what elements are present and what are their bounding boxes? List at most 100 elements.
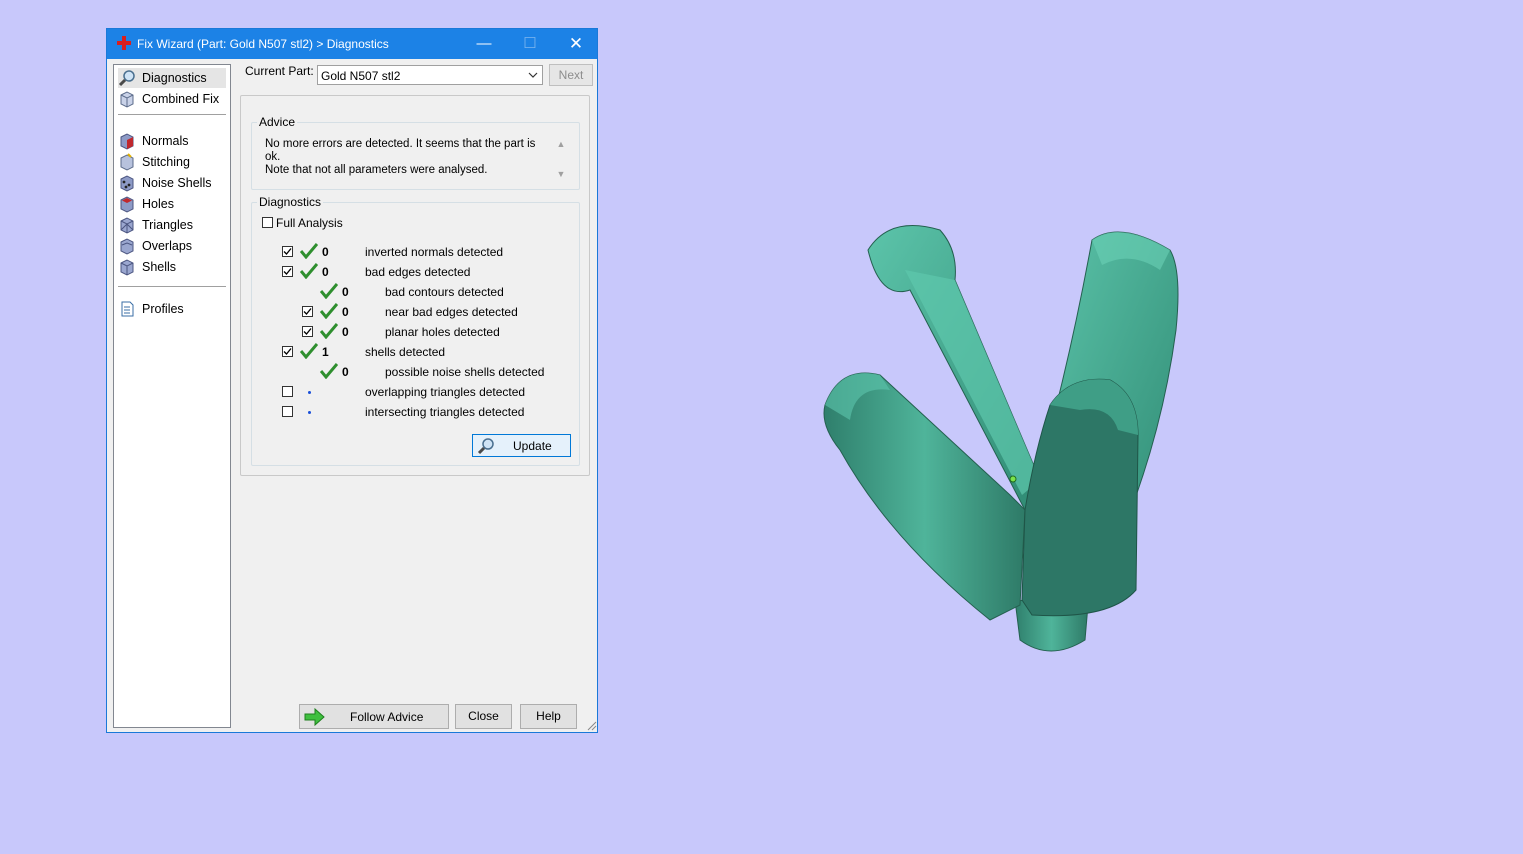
triangles-icon [120, 217, 134, 234]
resize-grip-icon[interactable] [587, 721, 597, 731]
nav-item-stitching[interactable]: Stitching [118, 152, 226, 172]
nav-item-holes[interactable]: Holes [118, 194, 226, 214]
inverted-normals-checkbox[interactable] [282, 246, 293, 257]
advice-text: No more errors are detected. It seems th… [265, 138, 550, 177]
diagnostics-group: Diagnostics Full Analysis 0 inverted nor… [251, 195, 580, 466]
window-title: Fix Wizard (Part: Gold N507 stl2) > Diag… [137, 37, 389, 51]
fix-wizard-app-icon [117, 36, 131, 50]
row-label: overlapping triangles detected [365, 385, 526, 399]
ok-check-icon [320, 303, 338, 319]
advice-line-2: Note that not all parameters were analys… [265, 164, 488, 176]
row-label: bad contours detected [385, 285, 504, 299]
nav-separator [118, 114, 226, 115]
nav-item-label: Overlaps [142, 239, 193, 253]
minimize-icon[interactable]: — [461, 29, 507, 59]
close-icon[interactable]: ✕ [553, 29, 599, 59]
row-count: 1 [322, 345, 329, 359]
nav-item-label: Triangles [142, 218, 193, 232]
normals-icon [120, 133, 134, 150]
help-button[interactable]: Help [520, 704, 577, 729]
nav-item-combined-fix[interactable]: Combined Fix [118, 89, 226, 109]
advice-group: Advice No more errors are detected. It s… [251, 115, 580, 190]
scroll-down-icon[interactable]: ▼ [555, 169, 567, 181]
close-button[interactable]: Close [455, 704, 512, 729]
update-label: Update [513, 439, 552, 453]
nav-item-diagnostics[interactable]: Diagnostics [118, 68, 226, 88]
part-3d-model[interactable] [810, 210, 1200, 670]
row-count: 0 [342, 285, 349, 299]
nav-item-normals[interactable]: Normals [118, 131, 226, 151]
follow-advice-button[interactable]: Follow Advice [299, 704, 449, 729]
next-button[interactable]: Next [549, 64, 593, 86]
row-label: shells detected [365, 345, 446, 359]
row-label: bad edges detected [365, 265, 471, 279]
full-analysis-checkbox[interactable] [262, 217, 273, 228]
ok-check-icon [320, 283, 338, 299]
nav-item-label: Normals [142, 134, 189, 148]
nav-item-label: Stitching [142, 155, 190, 169]
pending-dot-icon [308, 411, 311, 414]
overlapping-triangles-checkbox[interactable] [282, 386, 293, 397]
row-label: intersecting triangles detected [365, 405, 525, 419]
planar-holes-checkbox[interactable] [302, 326, 313, 337]
fix-step-list: Diagnostics Combined Fix Normals Stitchi… [113, 64, 231, 728]
advice-textbox[interactable]: No more errors are detected. It seems th… [263, 136, 569, 182]
row-count: 0 [342, 305, 349, 319]
row-count: 0 [342, 325, 349, 339]
update-button[interactable]: Update [472, 434, 571, 457]
nav-item-label: Noise Shells [142, 176, 212, 190]
title-bar[interactable]: Fix Wizard (Part: Gold N507 stl2) > Diag… [107, 29, 597, 59]
nav-item-shells[interactable]: Shells [118, 257, 226, 277]
nav-item-triangles[interactable]: Triangles [118, 215, 226, 235]
row-label: near bad edges detected [385, 305, 518, 319]
combined-fix-icon [120, 91, 134, 108]
advice-title: Advice [257, 115, 298, 129]
holes-icon [120, 196, 134, 213]
diagnostics-panel: Advice No more errors are detected. It s… [240, 95, 590, 476]
profiles-icon [121, 301, 134, 317]
row-count: 0 [322, 245, 329, 259]
row-count: 0 [342, 365, 349, 379]
overlaps-icon [120, 238, 134, 255]
nav-item-label: Combined Fix [142, 92, 220, 106]
shells-checkbox[interactable] [282, 346, 293, 357]
intersecting-triangles-checkbox[interactable] [282, 406, 293, 417]
fix-wizard-window: Fix Wizard (Part: Gold N507 stl2) > Diag… [106, 28, 598, 733]
nav-item-label: Profiles [142, 302, 184, 316]
advice-line-1: No more errors are detected. It seems th… [265, 138, 536, 163]
nav-separator [118, 286, 226, 287]
current-part-dropdown[interactable]: Gold N507 stl2 [317, 65, 543, 85]
nav-item-label: Diagnostics [142, 71, 207, 85]
stitching-icon [120, 153, 134, 171]
row-label: planar holes detected [385, 325, 500, 339]
row-label: possible noise shells detected [385, 365, 545, 379]
nav-item-label: Shells [142, 260, 177, 274]
shells-icon [120, 259, 134, 276]
ok-check-icon [300, 243, 318, 259]
scroll-up-icon[interactable]: ▲ [555, 139, 567, 151]
diagnostics-title: Diagnostics [257, 195, 324, 209]
maximize-icon[interactable]: ☐ [507, 29, 553, 59]
ok-check-icon [300, 263, 318, 279]
arrow-right-icon [304, 708, 325, 726]
nav-item-label: Holes [142, 197, 174, 211]
follow-advice-label: Follow Advice [350, 710, 424, 724]
nav-item-profiles[interactable]: Profiles [118, 299, 226, 319]
noise-shells-icon [120, 175, 134, 192]
pending-dot-icon [308, 391, 311, 394]
row-label: inverted normals detected [365, 245, 504, 259]
nav-item-noise-shells[interactable]: Noise Shells [118, 173, 226, 193]
current-part-value: Gold N507 stl2 [321, 69, 401, 83]
ok-check-icon [320, 323, 338, 339]
chevron-down-icon [528, 72, 538, 78]
magnifier-icon [477, 438, 494, 455]
ok-check-icon [320, 363, 338, 379]
ok-check-icon [300, 343, 318, 359]
near-bad-edges-checkbox[interactable] [302, 306, 313, 317]
magnifier-icon [118, 70, 135, 87]
row-count: 0 [322, 265, 329, 279]
nav-item-overlaps[interactable]: Overlaps [118, 236, 226, 256]
full-analysis-label: Full Analysis [276, 216, 343, 230]
current-part-label: Current Part: [245, 64, 314, 78]
bad-edges-checkbox[interactable] [282, 266, 293, 277]
